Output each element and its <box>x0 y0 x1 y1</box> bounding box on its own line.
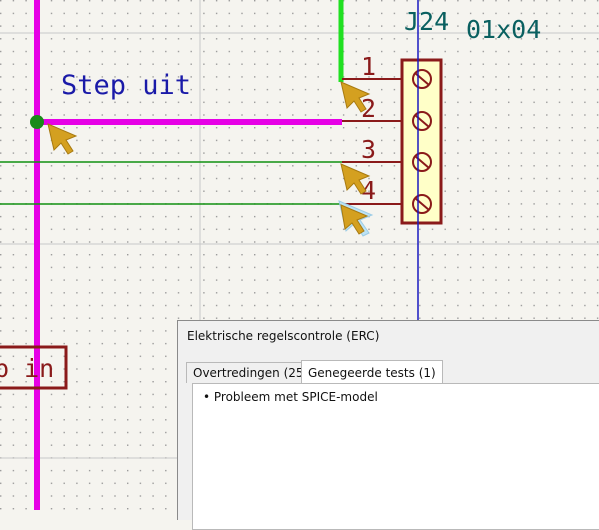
net-label-step-out[interactable]: Step uit <box>61 70 191 101</box>
connector-body[interactable] <box>400 58 443 225</box>
tab-ignored-tests[interactable]: Genegeerde tests (1) <box>301 360 443 384</box>
pin-number-3: 3 <box>361 135 376 164</box>
junction-dot <box>30 115 44 129</box>
net-label-step-in: p in <box>0 354 54 383</box>
erc-dialog: Elektrische regelscontrole (ERC) Overtre… <box>177 320 599 530</box>
ignored-tests-list: • Probleem met SPICE-model <box>192 383 599 530</box>
list-item[interactable]: • Probleem met SPICE-model <box>203 390 378 404</box>
dialog-title: Elektrische regelscontrole (ERC) <box>187 329 380 343</box>
component-value[interactable]: 01x04 <box>466 15 541 44</box>
pin-number-1: 1 <box>361 52 376 81</box>
reference-designator[interactable]: J24 <box>404 7 449 36</box>
